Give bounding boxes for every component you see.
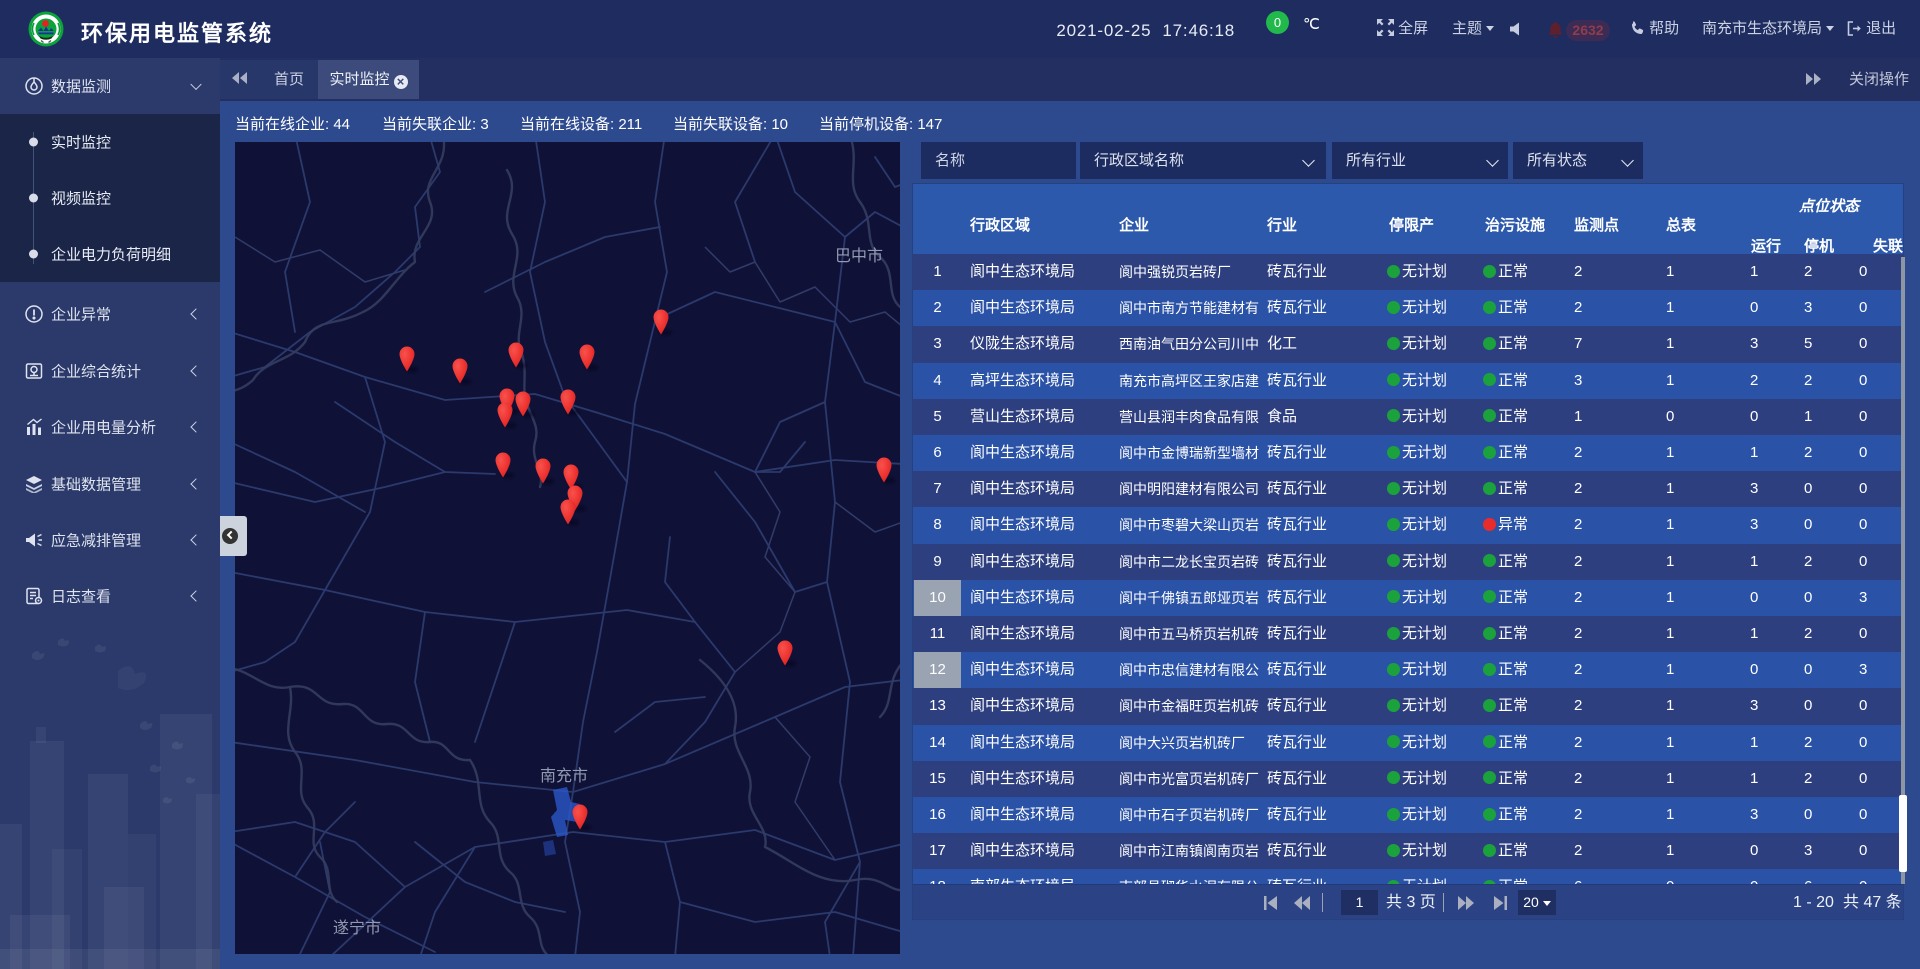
svg-text:南充市: 南充市 bbox=[540, 767, 588, 785]
svg-text:巴中市: 巴中市 bbox=[835, 247, 883, 265]
svg-text:遂宁市: 遂宁市 bbox=[333, 919, 381, 937]
